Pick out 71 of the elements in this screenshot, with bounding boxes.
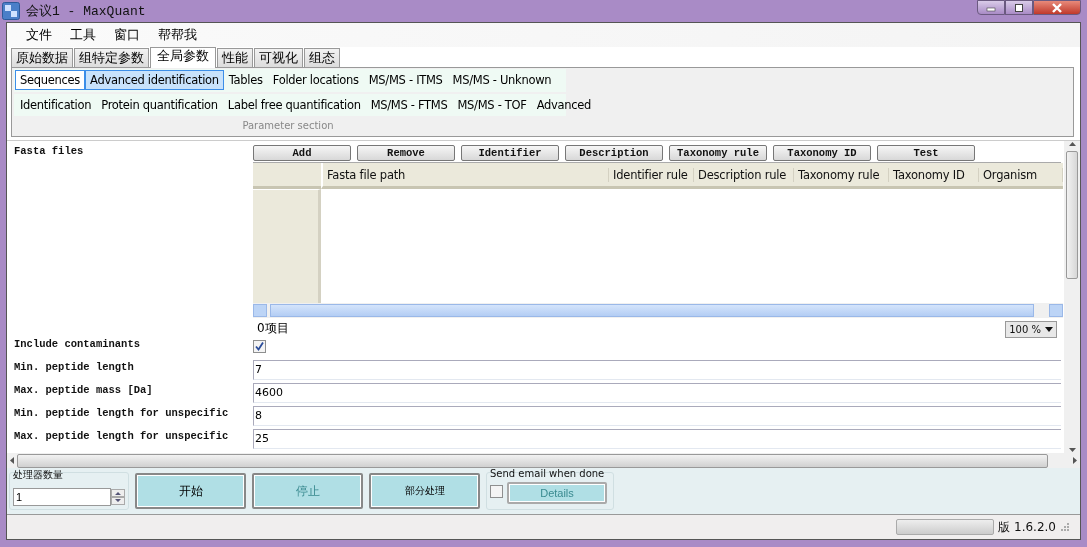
number-field[interactable]: 1 bbox=[13, 488, 111, 507]
version-label: 版 1.6.2.0 bbox=[998, 518, 1056, 536]
vertical-scrollbar[interactable] bbox=[1064, 140, 1080, 454]
section-item[interactable]: MS/MS - TOF bbox=[452, 94, 532, 115]
column-header[interactable]: Identifier rule bbox=[609, 167, 694, 182]
tab[interactable]: 可视化 bbox=[254, 47, 303, 67]
toolbar-button[interactable]: Identifier bbox=[461, 144, 559, 161]
maximize-button[interactable] bbox=[1005, 0, 1033, 15]
app-icon bbox=[2, 2, 20, 20]
toolbar-button[interactable]: Description bbox=[565, 144, 663, 161]
horizontal-scrollbar[interactable] bbox=[7, 453, 1080, 469]
field-label: Min. peptide length bbox=[13, 359, 135, 373]
section-item[interactable]: Advanced identification bbox=[85, 70, 224, 91]
item-count: 0项目 bbox=[256, 319, 289, 337]
menu-item[interactable]: 文件 bbox=[17, 23, 61, 46]
toolbar-button[interactable]: Remove bbox=[357, 144, 455, 161]
section-item[interactable]: Identification bbox=[15, 94, 97, 115]
spin-arrows-icon[interactable] bbox=[111, 489, 125, 506]
checkbox[interactable] bbox=[253, 339, 266, 353]
column-header[interactable]: Taxonomy rule bbox=[794, 167, 889, 182]
minimize-button[interactable] bbox=[977, 0, 1005, 15]
resize-grip-icon bbox=[1060, 522, 1070, 532]
window-title: 会议1 - MaxQuant bbox=[26, 3, 147, 20]
scroll-up-icon bbox=[1067, 140, 1077, 147]
section-item[interactable]: MS/MS - ITMS bbox=[363, 70, 448, 91]
scroll-left-icon bbox=[9, 456, 15, 466]
section-item[interactable]: Label free quantification bbox=[222, 94, 366, 115]
input-field[interactable]: 25 bbox=[253, 428, 1061, 449]
section-item[interactable]: Tables bbox=[223, 70, 268, 91]
group-label: 处理器数量 bbox=[13, 468, 63, 483]
toolbar-button[interactable]: Taxonomy rule bbox=[669, 144, 767, 161]
field-label: Min. peptide length for unspecific bbox=[13, 405, 230, 419]
menu-item[interactable]: 窗口 bbox=[105, 23, 149, 46]
checkbox[interactable] bbox=[490, 484, 503, 498]
column-header[interactable]: Organism bbox=[979, 167, 1063, 182]
tab[interactable]: 原始数据 bbox=[11, 47, 73, 67]
toolbar-button[interactable]: Add bbox=[253, 144, 351, 161]
input-field[interactable]: 7 bbox=[253, 359, 1061, 380]
section-caption: Parameter section bbox=[241, 119, 335, 131]
tab[interactable]: 全局参数 bbox=[150, 46, 216, 68]
action-button[interactable]: 开始 bbox=[135, 473, 246, 510]
tab[interactable]: 组特定参数 bbox=[74, 47, 149, 67]
field-label: Include contaminants bbox=[13, 336, 142, 350]
menu-item[interactable]: 工具 bbox=[61, 23, 105, 46]
close-button[interactable] bbox=[1033, 0, 1081, 15]
tab[interactable]: 组态 bbox=[304, 47, 340, 67]
field-label: Max. peptide mass [Da] bbox=[13, 382, 154, 396]
section-item[interactable]: Advanced bbox=[531, 94, 597, 115]
field-label: Fasta files bbox=[13, 143, 85, 157]
group-label: Send email when done bbox=[490, 468, 605, 480]
input-field[interactable]: 8 bbox=[253, 405, 1061, 426]
section-item[interactable]: Folder locations bbox=[267, 70, 364, 91]
zoom-dropdown[interactable]: 100 % bbox=[1005, 320, 1057, 338]
section-item[interactable]: MS/MS - Unknown bbox=[447, 70, 557, 91]
toolbar-button[interactable]: Taxonomy ID bbox=[773, 144, 871, 161]
column-header[interactable]: Description rule bbox=[694, 167, 794, 182]
column-header[interactable]: Taxonomy ID bbox=[889, 167, 979, 182]
input-field[interactable]: 4600 bbox=[253, 382, 1061, 403]
column-header[interactable]: Fasta file path bbox=[323, 167, 609, 182]
field-label: Max. peptide length for unspecific bbox=[13, 428, 230, 442]
action-button[interactable]: 部分处理 bbox=[369, 473, 480, 510]
toolbar-button[interactable]: Test bbox=[877, 144, 975, 161]
caret-icon bbox=[1045, 326, 1053, 332]
scroll-right-icon bbox=[1072, 456, 1078, 466]
menu-item[interactable]: 帮帮我 bbox=[149, 23, 206, 46]
tab[interactable]: 性能 bbox=[217, 47, 253, 67]
section-item[interactable]: MS/MS - FTMS bbox=[365, 94, 453, 115]
close-icon bbox=[1051, 2, 1063, 13]
section-item[interactable]: Protein quantification bbox=[96, 94, 223, 115]
maximize-icon bbox=[1014, 2, 1024, 13]
section-item[interactable]: Sequences bbox=[15, 70, 86, 91]
